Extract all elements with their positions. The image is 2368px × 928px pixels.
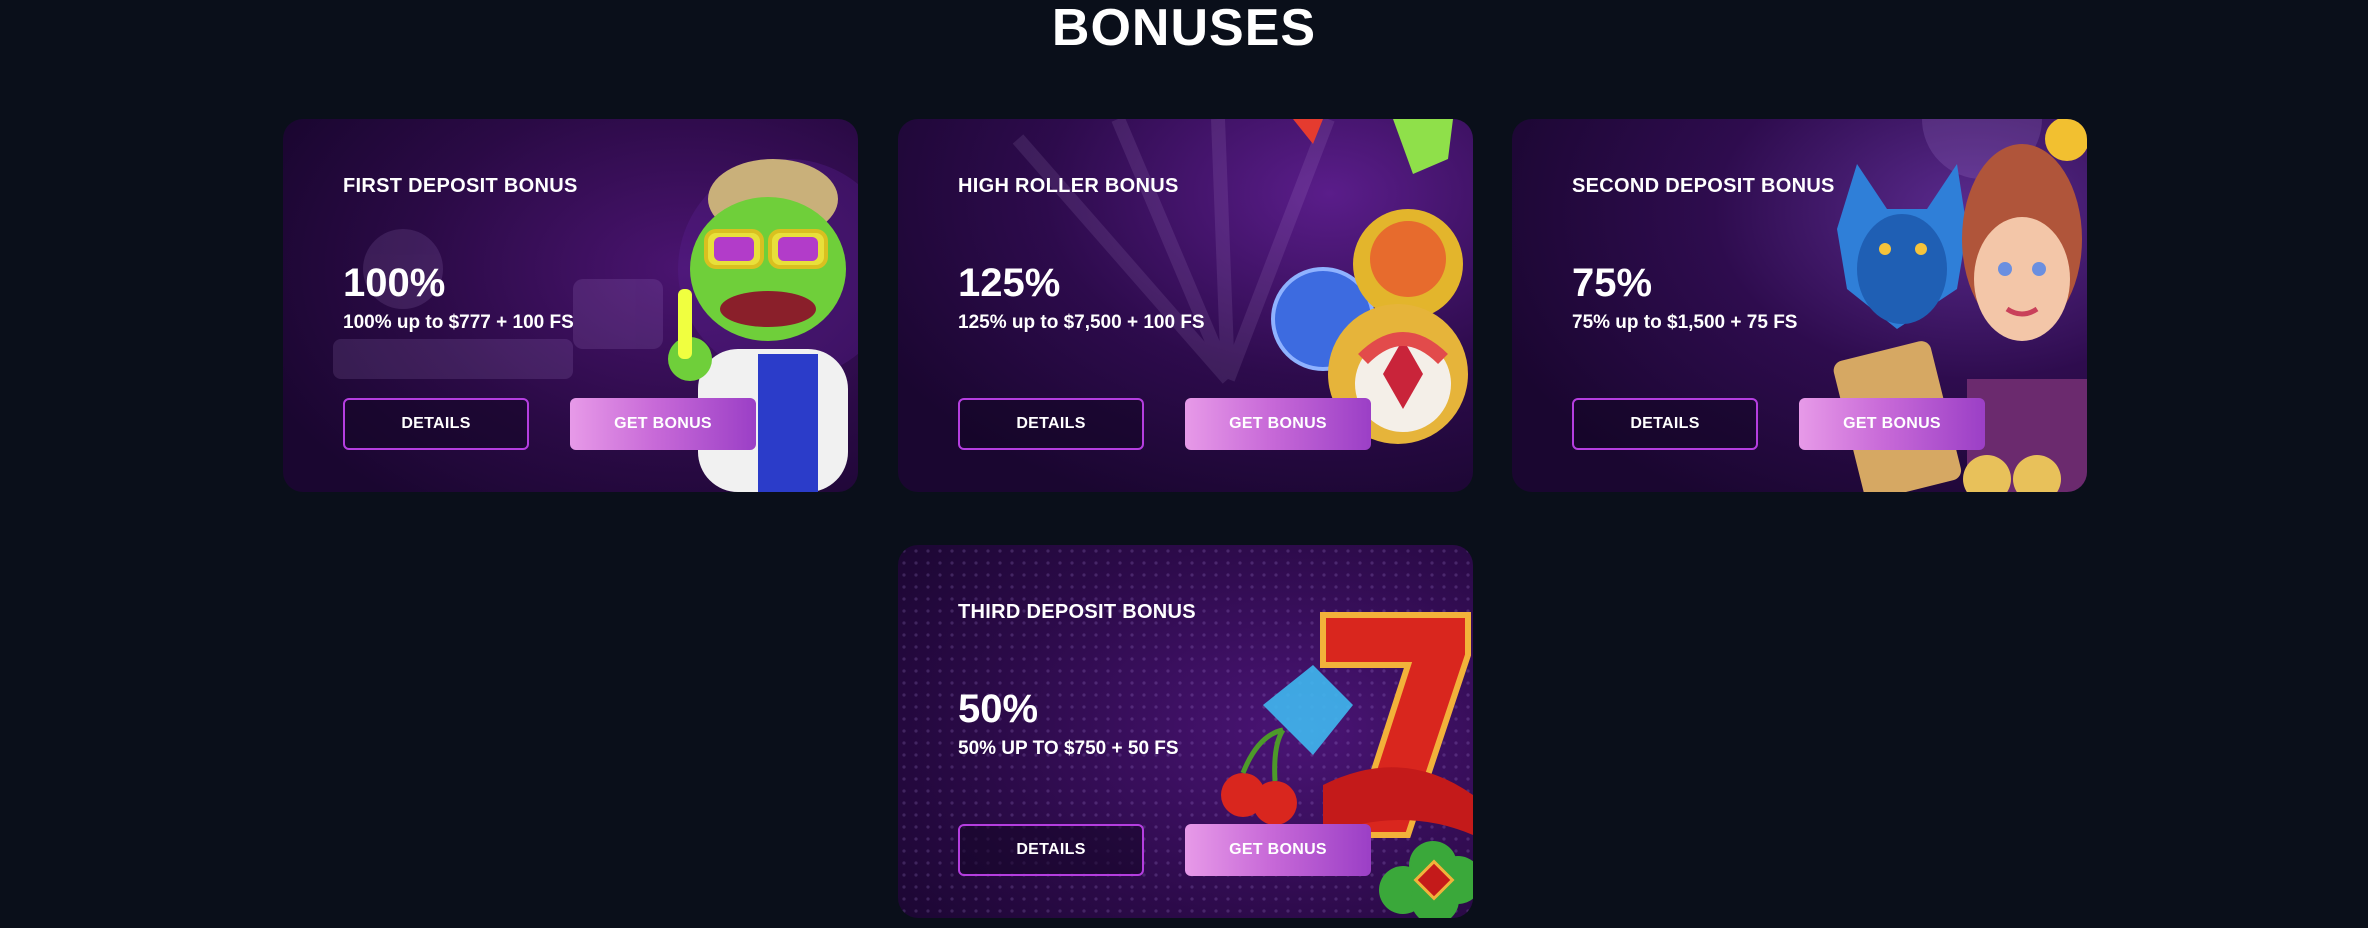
details-button[interactable]: DETAILS [343,398,529,450]
bonus-card-second-deposit: SECOND DEPOSIT BONUS 75% 75% up to $1,50… [1512,119,2087,492]
bonus-percent: 75% [1572,261,1653,305]
card-title: FIRST DEPOSIT BONUS [343,175,578,197]
details-button[interactable]: DETAILS [958,824,1144,876]
bonus-description: 75% up to $1,500 + 75 FS [1572,312,1798,333]
bonus-description: 100% up to $777 + 100 FS [343,312,574,333]
bonus-percent: 50% [958,687,1039,731]
get-bonus-button[interactable]: GET BONUS [1799,398,1985,450]
bonus-card-high-roller: HIGH ROLLER BONUS 125% 125% up to $7,500… [898,119,1473,492]
get-bonus-button[interactable]: GET BONUS [570,398,756,450]
card-title: SECOND DEPOSIT BONUS [1572,175,1835,197]
card-title: THIRD DEPOSIT BONUS [958,601,1196,623]
bonus-description: 50% UP TO $750 + 50 FS [958,738,1179,759]
details-button[interactable]: DETAILS [958,398,1144,450]
details-button[interactable]: DETAILS [1572,398,1758,450]
bonus-card-third-deposit: THIRD DEPOSIT BONUS 50% 50% UP TO $750 +… [898,545,1473,918]
bonus-card-first-deposit: FIRST DEPOSIT BONUS 100% 100% up to $777… [283,119,858,492]
get-bonus-button[interactable]: GET BONUS [1185,398,1371,450]
bonus-percent: 125% [958,261,1061,305]
get-bonus-button[interactable]: GET BONUS [1185,824,1371,876]
bonus-description: 125% up to $7,500 + 100 FS [958,312,1205,333]
bonus-percent: 100% [343,261,446,305]
page-title: BONUSES [1051,0,1317,57]
card-title: HIGH ROLLER BONUS [958,175,1179,197]
